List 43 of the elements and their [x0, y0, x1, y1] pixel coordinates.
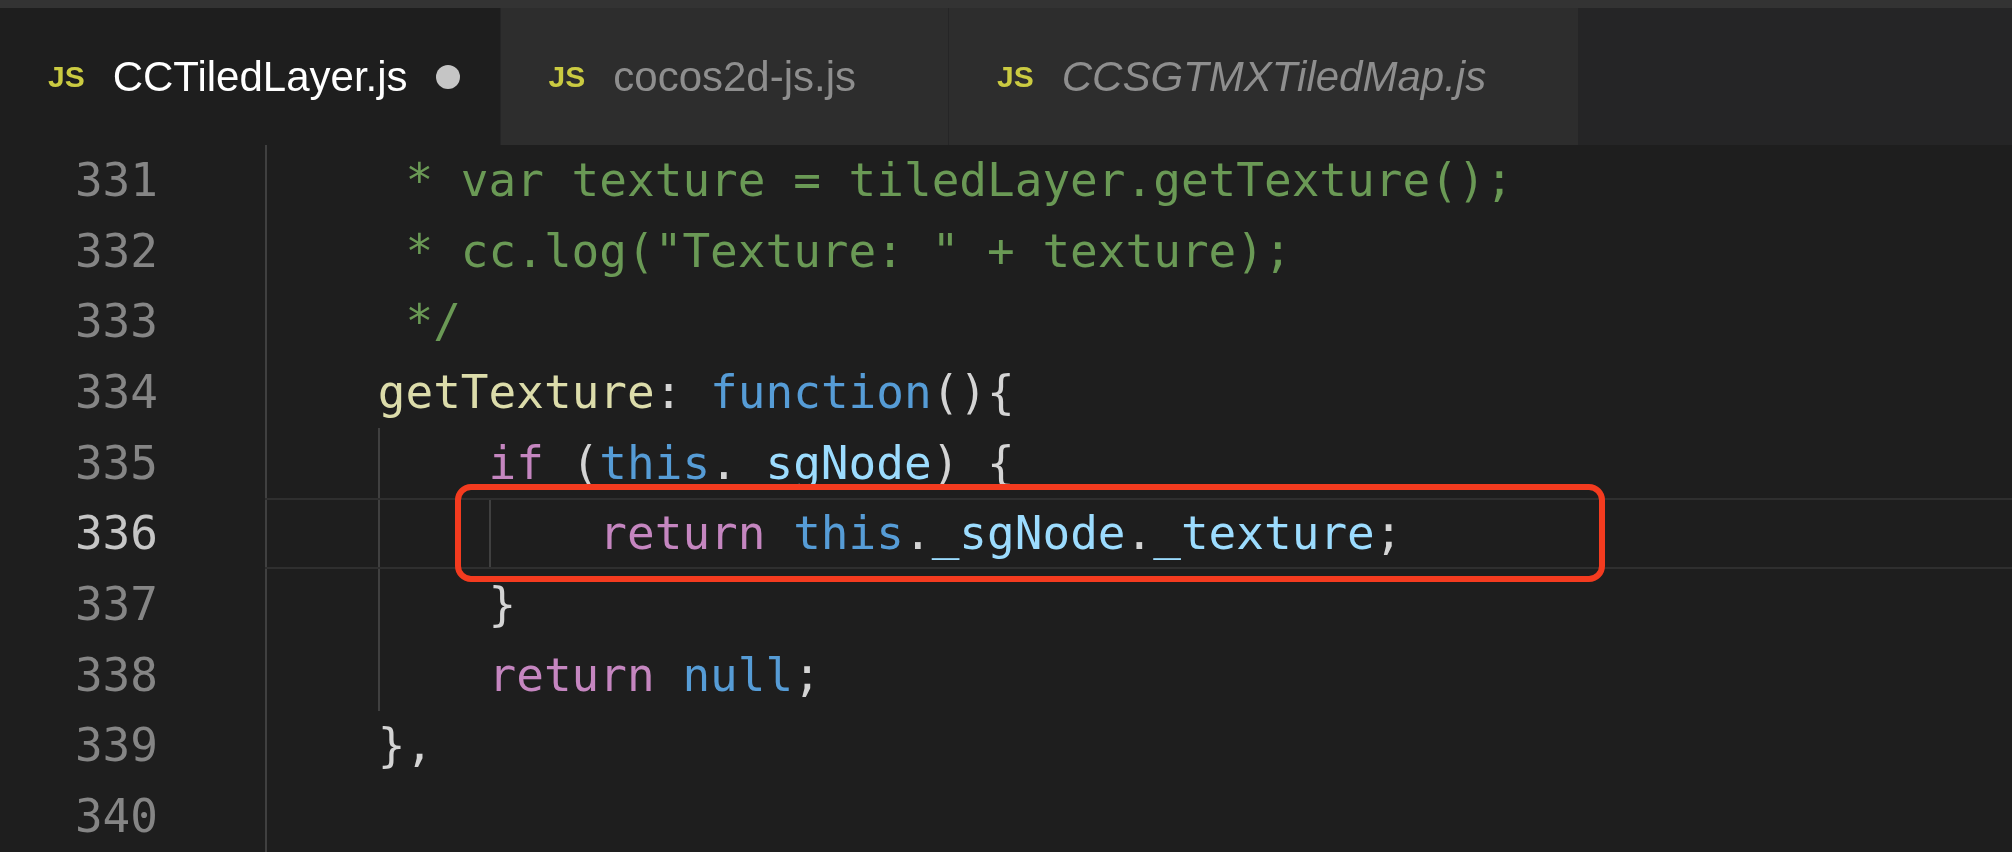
- code-token: _sgNode: [931, 505, 1126, 563]
- code-token: }: [488, 575, 517, 633]
- line-number: 334: [73, 363, 158, 421]
- code-token: null: [681, 646, 794, 704]
- code-token: .: [1125, 505, 1154, 563]
- code-token: },: [377, 717, 434, 775]
- code-token: * var texture = tiledLayer.getTexture();: [405, 151, 1514, 209]
- editor-tab[interactable]: JS CCSGTMXTiledMap.js: [949, 8, 1580, 145]
- code-token: * cc.log("Texture: " + texture);: [405, 222, 1292, 280]
- code-token: return: [599, 505, 766, 563]
- code-token: .: [903, 505, 932, 563]
- code-token: this: [792, 505, 904, 563]
- tab-title: cocos2d-js.js: [613, 52, 857, 102]
- code-token: this: [599, 434, 711, 492]
- line-number: 340: [73, 788, 158, 846]
- file-type-label: JS: [548, 59, 586, 95]
- line-number: 336: [73, 505, 158, 563]
- file-type-label: JS: [48, 59, 85, 95]
- line-number: 333: [73, 293, 158, 351]
- code-token: (){: [931, 363, 1015, 421]
- code-token: return: [488, 646, 655, 704]
- file-type-label: JS: [997, 59, 1034, 95]
- code-token: sgNode: [765, 434, 932, 492]
- code-token: (: [570, 434, 600, 492]
- line-number: 338: [73, 646, 158, 704]
- code-token: if: [488, 434, 544, 492]
- code-token: .: [710, 434, 739, 492]
- editor-tab[interactable]: JS cocos2d-js.js: [500, 8, 950, 145]
- tab-title: CCSGTMXTiledMap.js: [1061, 52, 1487, 102]
- line-number: 339: [73, 717, 158, 775]
- line-number: 332: [73, 222, 158, 280]
- code-token: ;: [793, 646, 821, 704]
- line-number: 335: [73, 434, 158, 492]
- tab-title: CCTiledLayer.js: [112, 52, 408, 102]
- code-token: */: [405, 293, 461, 351]
- code-token: getTexture: [377, 363, 655, 421]
- line-number: 331: [73, 151, 158, 209]
- code-token: _texture: [1153, 505, 1375, 563]
- code-token: function: [710, 363, 932, 421]
- code-token: :: [654, 363, 684, 421]
- line-number: 337: [73, 575, 158, 633]
- code-token: ;: [1374, 505, 1403, 563]
- editor-tab[interactable]: JS CCTiledLayer.js: [0, 8, 501, 145]
